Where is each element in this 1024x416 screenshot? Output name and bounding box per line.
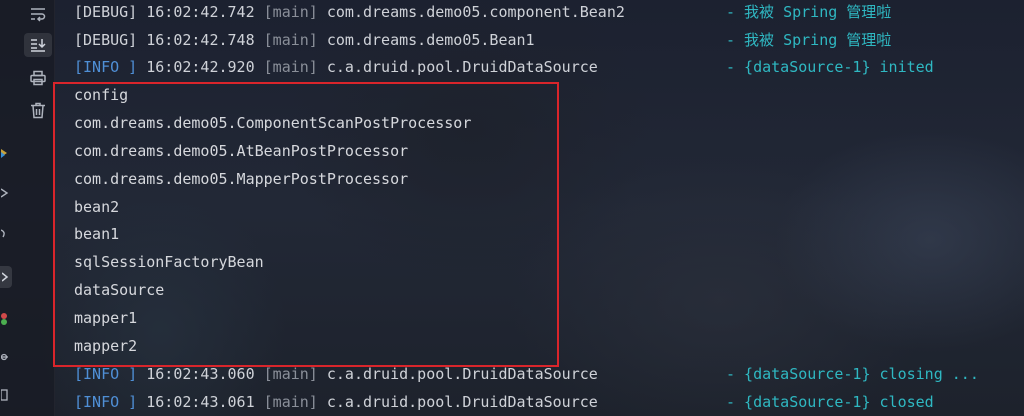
log-line: [INFO ] 16:02:43.061 [main] c.a.druid.po…: [74, 391, 934, 413]
log-level: [INFO ]: [74, 365, 138, 383]
log-time: 16:02:42.748: [146, 31, 255, 49]
log-message: - {dataSource-1} closed: [726, 393, 934, 411]
log-message: - 我被 Spring 管理啦: [726, 3, 892, 21]
log-line: [INFO ] 16:02:42.920 [main] c.a.druid.po…: [74, 56, 934, 78]
log-line: [DEBUG] 16:02:42.748 [main] com.dreams.d…: [74, 29, 891, 51]
endpoints-icon[interactable]: [0, 186, 10, 200]
log-line: [DEBUG] 16:02:42.742 [main] com.dreams.d…: [74, 1, 891, 23]
log-logger: c.a.druid.pool.DruidDataSource: [326, 365, 598, 383]
plugin-icon[interactable]: [0, 146, 10, 160]
services-icon[interactable]: [0, 226, 10, 240]
log-thread: [main]: [263, 393, 318, 411]
scroll-to-end-icon[interactable]: [24, 33, 52, 57]
log-time: 16:02:42.920: [146, 58, 255, 76]
log-time: 16:02:43.061: [146, 393, 255, 411]
log-logger: com.dreams.demo05.component.Bean2: [326, 3, 625, 21]
log-logger: c.a.druid.pool.DruidDataSource: [326, 58, 598, 76]
log-thread: [main]: [263, 58, 318, 76]
log-thread: [main]: [263, 31, 318, 49]
log-level: [DEBUG]: [74, 31, 138, 49]
log-message: - {dataSource-1} inited: [726, 58, 934, 76]
print-icon[interactable]: [24, 66, 52, 90]
log-message: - 我被 Spring 管理啦: [726, 31, 892, 49]
log-time: 16:02:43.060: [146, 365, 255, 383]
log-time: 16:02:42.742: [146, 3, 255, 21]
soft-wrap-icon[interactable]: [24, 2, 52, 26]
log-message: - {dataSource-1} closing ...: [726, 365, 979, 383]
log-level: [INFO ]: [74, 58, 138, 76]
problems-icon[interactable]: [0, 388, 10, 402]
highlight-box: [53, 82, 559, 367]
log-level: [INFO ]: [74, 393, 138, 411]
log-thread: [main]: [263, 3, 318, 21]
log-thread: [main]: [263, 365, 318, 383]
debug-icon[interactable]: [0, 350, 10, 364]
console-toolbar: [0, 0, 55, 416]
run-status-icon[interactable]: [0, 312, 10, 326]
log-level: [DEBUG]: [74, 3, 138, 21]
log-logger: c.a.druid.pool.DruidDataSource: [326, 393, 598, 411]
terminal-icon[interactable]: [0, 266, 12, 288]
trash-icon[interactable]: [24, 98, 52, 122]
log-logger: com.dreams.demo05.Bean1: [326, 31, 535, 49]
